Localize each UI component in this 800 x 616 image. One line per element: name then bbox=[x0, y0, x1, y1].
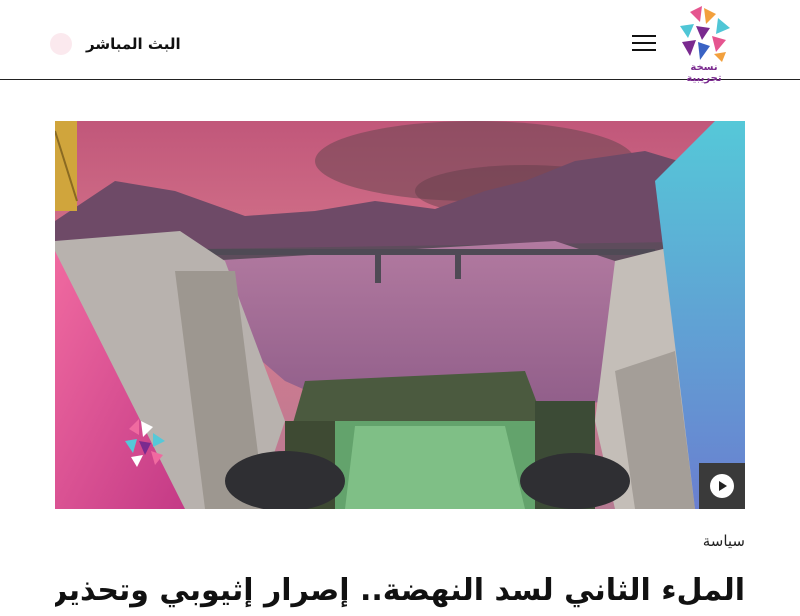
play-video-button[interactable] bbox=[699, 463, 745, 509]
live-stream-label: البث المباشر bbox=[86, 35, 181, 53]
live-stream-link[interactable]: البث المباشر bbox=[50, 28, 181, 60]
hero-image[interactable] bbox=[55, 121, 745, 509]
article-category-link[interactable]: سياسة bbox=[703, 532, 745, 550]
live-indicator-icon bbox=[50, 33, 72, 55]
hamburger-icon bbox=[632, 35, 656, 37]
menu-button[interactable] bbox=[628, 32, 660, 54]
site-header: نسخة تجريبية البث المباشر bbox=[0, 0, 800, 84]
article-headline[interactable]: الملء الثاني لسد النهضة.. إصرار إثيوبي و… bbox=[55, 566, 745, 616]
play-icon bbox=[710, 474, 734, 498]
logo-caption: نسخة تجريبية bbox=[686, 62, 722, 84]
